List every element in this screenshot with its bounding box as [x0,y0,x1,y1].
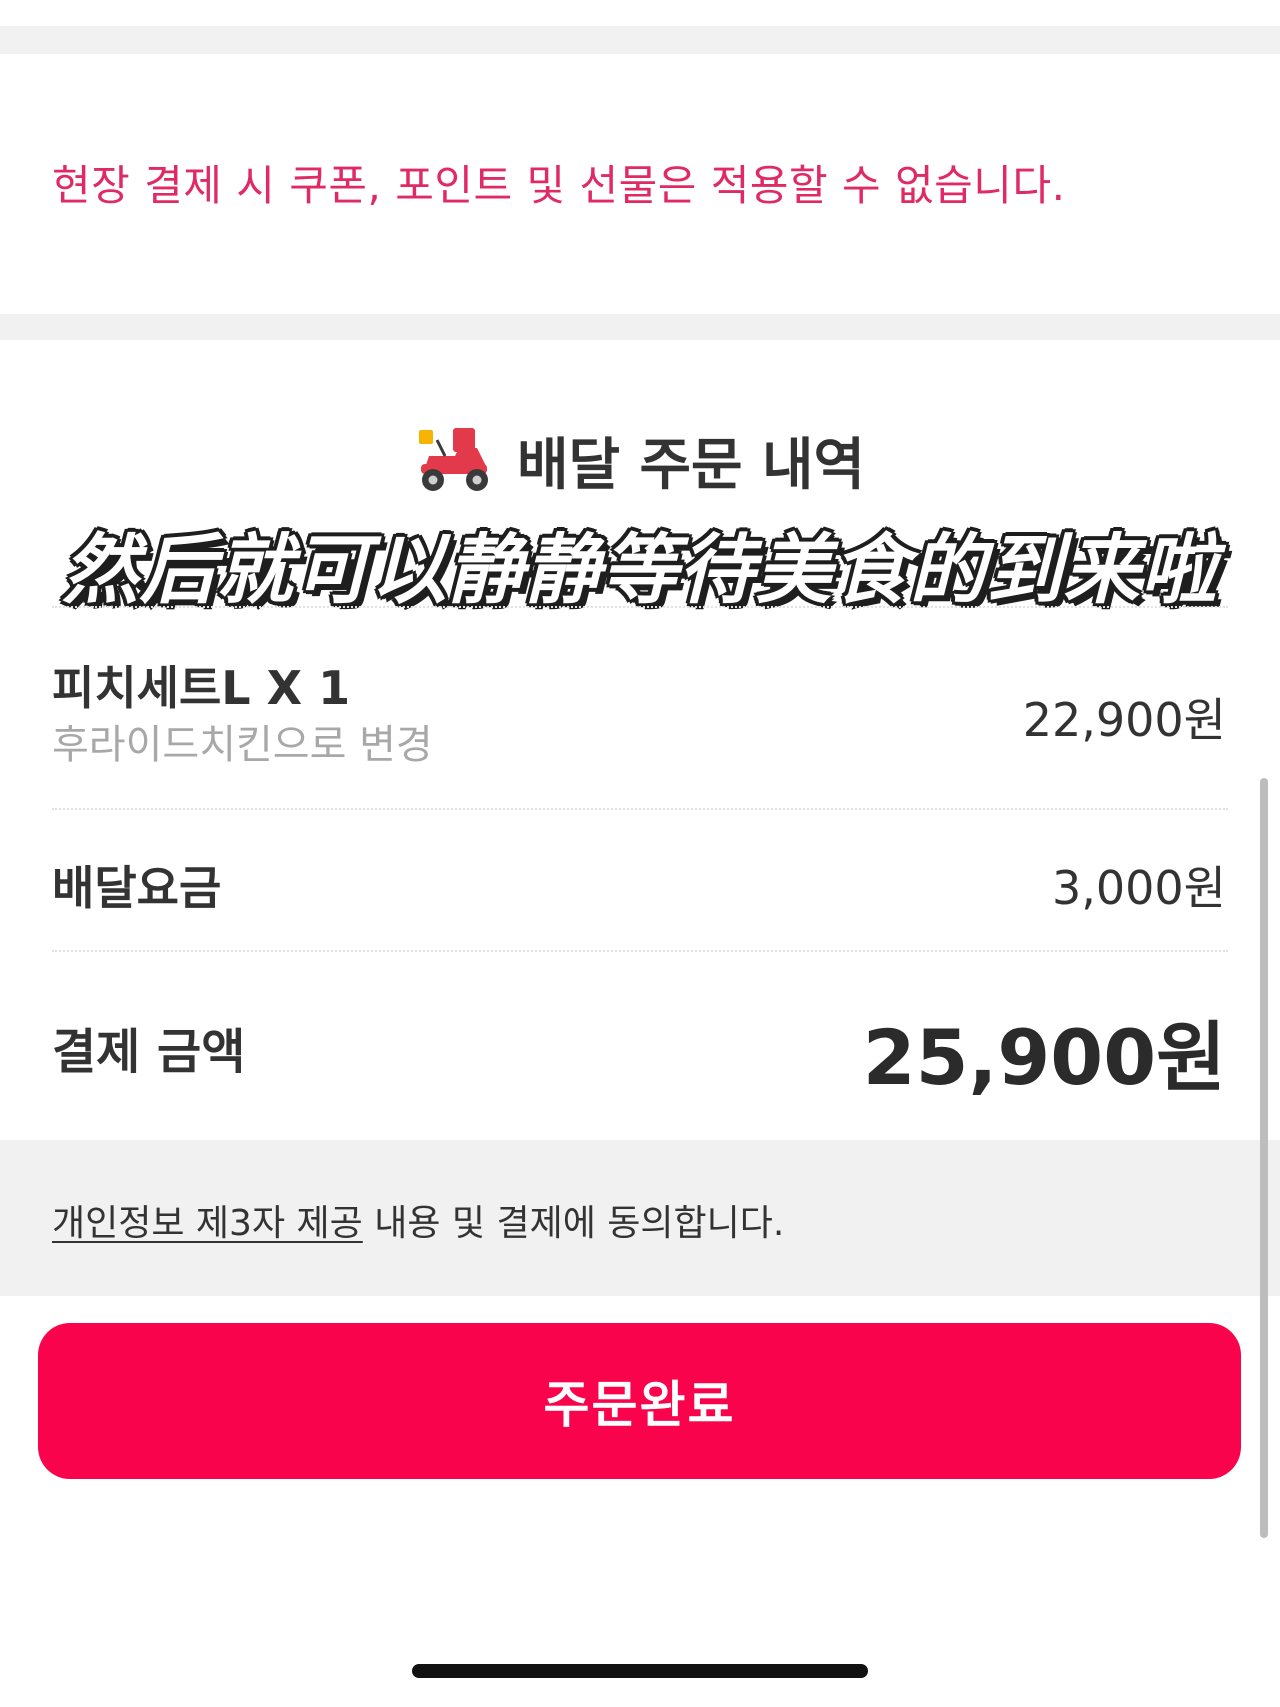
consent-suffix: 내용 및 결제에 동의합니다. [362,1203,785,1244]
order-item-option: 후라이드치킨으로 변경 [52,722,433,768]
overlay-caption: 然后就可以静静等待美食的到来啦 [62,525,1218,614]
divider [52,808,1228,810]
divider [52,950,1228,952]
order-complete-button[interactable]: 주문완료 [38,1323,1241,1479]
divider [52,606,1228,608]
total-amount: 25,900원 [862,1013,1226,1102]
home-indicator [412,1664,868,1678]
order-item-name: 피치세트L X 1 [52,661,351,715]
consent-text: 개인정보 제3자 제공 내용 및 결제에 동의합니다. [52,1194,784,1246]
delivery-scooter-icon [418,428,488,491]
payment-notice: 현장 결제 시 쿠폰, 포인트 및 선물은 적용할 수 없습니다. [52,161,1066,210]
scrollbar[interactable] [1260,778,1268,1538]
section-header: 배달 주문 내역 [0,420,1280,500]
privacy-third-party-link[interactable]: 개인정보 제3자 제공 [52,1203,363,1244]
order-complete-label: 주문완료 [543,1376,736,1434]
order-item-price: 22,900원 [1022,693,1226,747]
section-divider-band [0,314,1280,340]
total-label: 결제 금액 [52,1024,246,1080]
section-title: 배달 주문 내역 [516,432,866,498]
delivery-fee-label: 배달요금 [52,861,222,915]
delivery-fee-amount: 3,000원 [1051,861,1226,915]
top-divider-band [0,26,1280,54]
